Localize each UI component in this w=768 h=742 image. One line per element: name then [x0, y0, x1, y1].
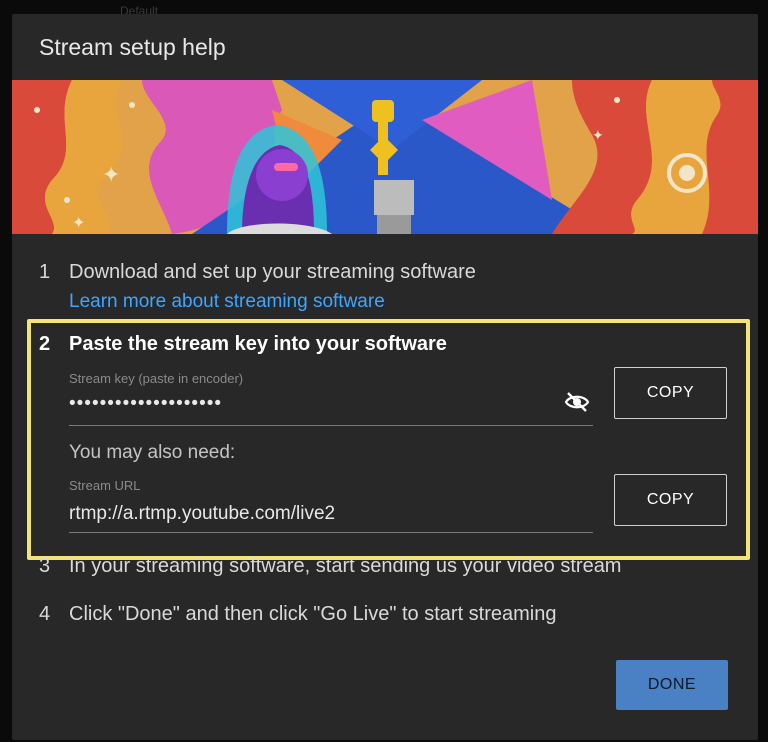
done-button[interactable]: DONE — [616, 660, 728, 710]
stream-key-input[interactable]: •••••••••••••••••••• — [69, 393, 222, 415]
copy-stream-url-button[interactable]: COPY — [614, 474, 727, 526]
step-text: Download and set up your streaming softw… — [69, 261, 476, 283]
svg-text:✦: ✦ — [102, 163, 120, 188]
stream-url-input[interactable]: rtmp://a.rtmp.youtube.com/live2 — [69, 503, 335, 525]
banner-illustration: ✦ ✦ ✦ — [12, 80, 758, 234]
stream-setup-dialog: Stream setup help ✦ ✦ ✦ 1 Download and s… — [12, 14, 758, 740]
step-text: Paste the stream key into your software — [69, 333, 447, 355]
step-number: 4 — [39, 603, 51, 625]
step-text: Click "Done" and then click "Go Live" to… — [69, 603, 557, 625]
copy-stream-key-button[interactable]: COPY — [614, 367, 727, 419]
stream-url-label: Stream URL — [69, 478, 141, 493]
learn-more-link[interactable]: Learn more about streaming software — [69, 291, 385, 313]
step-number: 2 — [39, 333, 51, 355]
step-text: In your streaming software, start sendin… — [69, 555, 622, 577]
stream-key-underline — [69, 425, 593, 426]
svg-text:✦: ✦ — [592, 128, 604, 144]
svg-text:✦: ✦ — [72, 213, 85, 232]
dialog-title: Stream setup help — [39, 34, 226, 60]
step-number: 1 — [39, 261, 51, 283]
also-need-text: You may also need: — [69, 442, 236, 463]
visibility-off-icon[interactable] — [564, 391, 590, 413]
stream-key-label: Stream key (paste in encoder) — [69, 371, 244, 386]
step-number: 3 — [39, 555, 51, 577]
stream-url-underline — [69, 532, 593, 533]
